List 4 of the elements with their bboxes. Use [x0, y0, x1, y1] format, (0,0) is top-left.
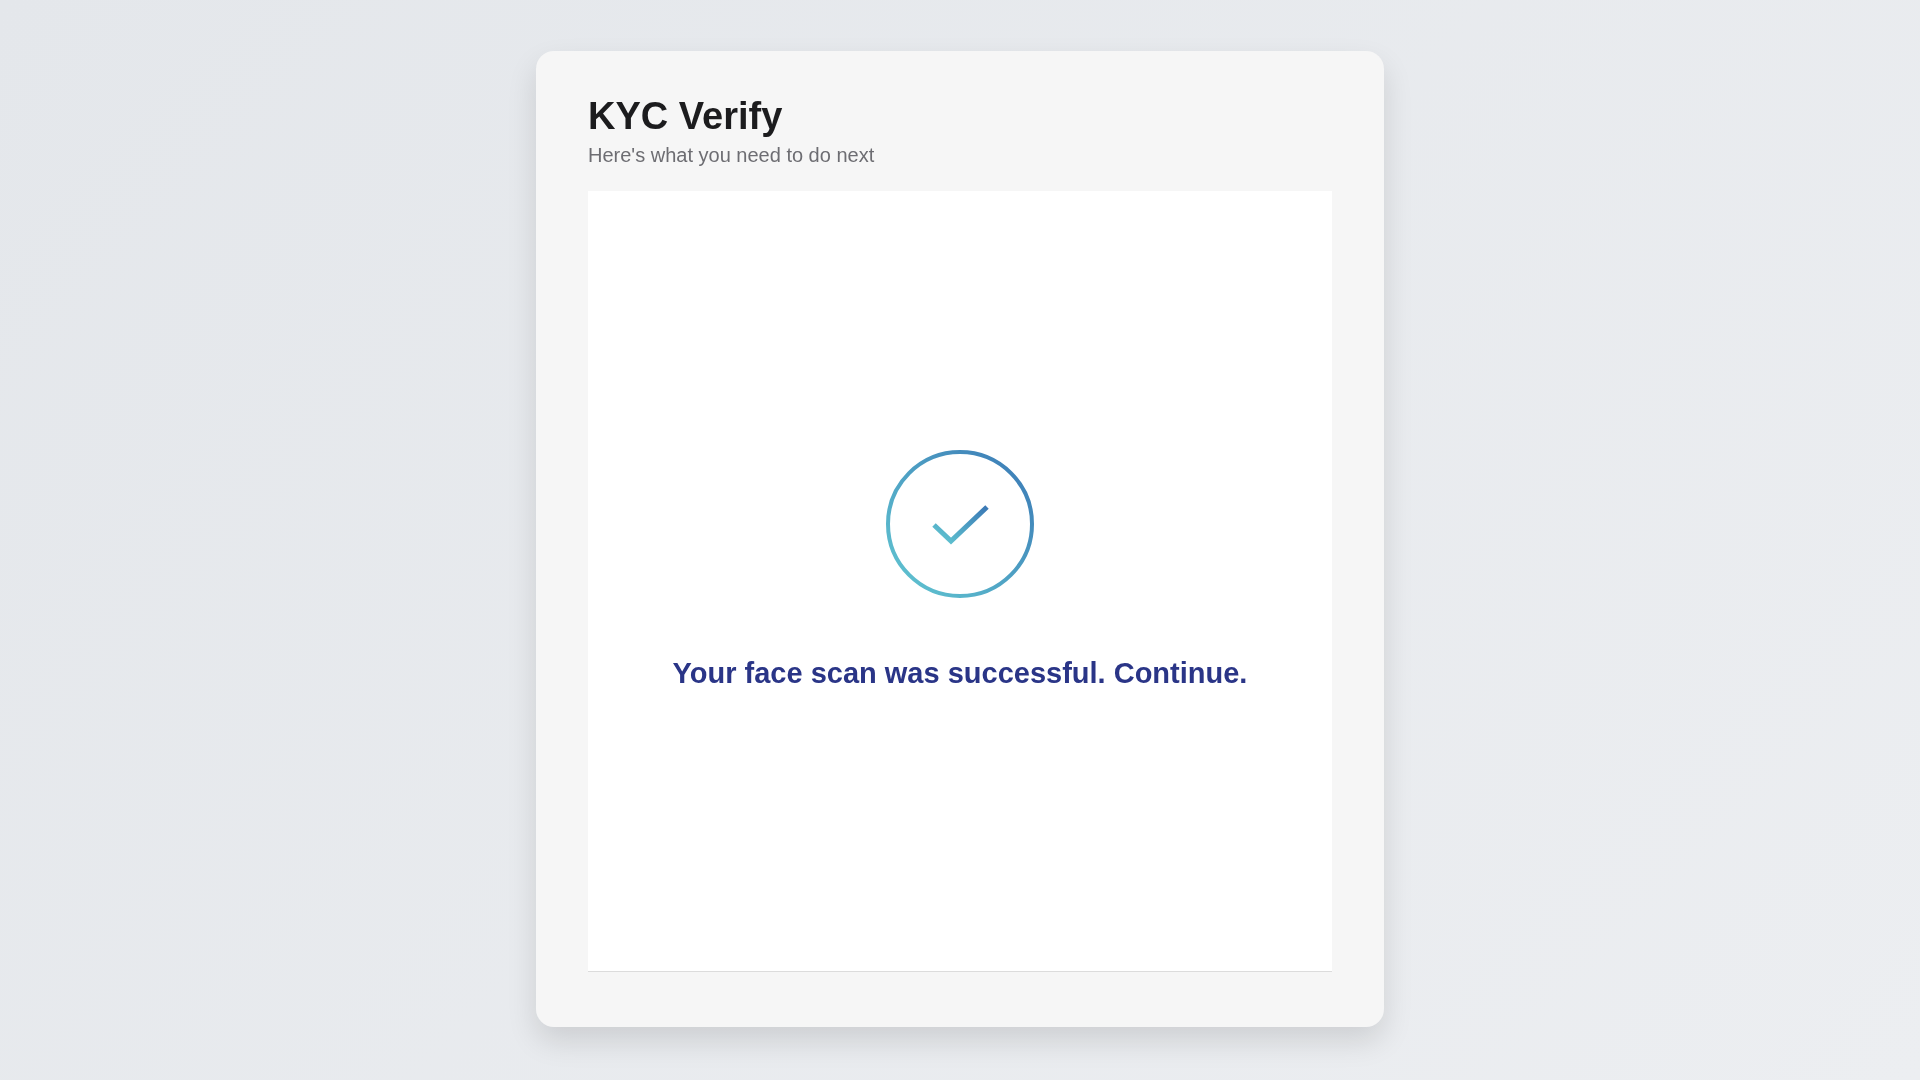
card-title: KYC Verify	[588, 95, 784, 138]
card-subtitle: Here's what you need to do next	[588, 144, 876, 167]
success-message: Your face scan was successful. Continue.	[672, 657, 1248, 690]
success-check-icon	[885, 449, 1035, 599]
